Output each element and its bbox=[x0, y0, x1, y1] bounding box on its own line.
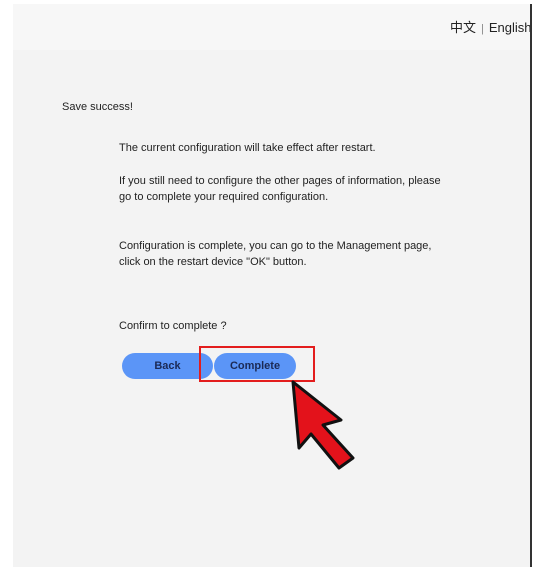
arrow-pointer-icon bbox=[291, 380, 355, 470]
page-frame: 中文 | English Save success! The current con… bbox=[13, 4, 532, 567]
complete-highlight-box bbox=[199, 346, 315, 382]
success-message: Save success! bbox=[62, 101, 133, 113]
lang-separator: | bbox=[481, 23, 484, 35]
top-bar: 中文 | English bbox=[13, 4, 532, 50]
lang-chinese-link[interactable]: 中文 bbox=[450, 20, 476, 35]
confirm-prompt: Confirm to complete ? bbox=[119, 320, 227, 332]
other-pages-notice: If you still need to configure the other… bbox=[119, 175, 441, 203]
lang-english-link[interactable]: English bbox=[489, 20, 532, 35]
right-edge-divider bbox=[530, 4, 532, 567]
main-content: Save success! The current configuration … bbox=[13, 50, 531, 567]
restart-notice: The current configuration will take effe… bbox=[119, 142, 376, 154]
language-switcher: 中文 | English bbox=[450, 17, 532, 36]
management-notice: Configuration is complete, you can go to… bbox=[119, 240, 432, 268]
